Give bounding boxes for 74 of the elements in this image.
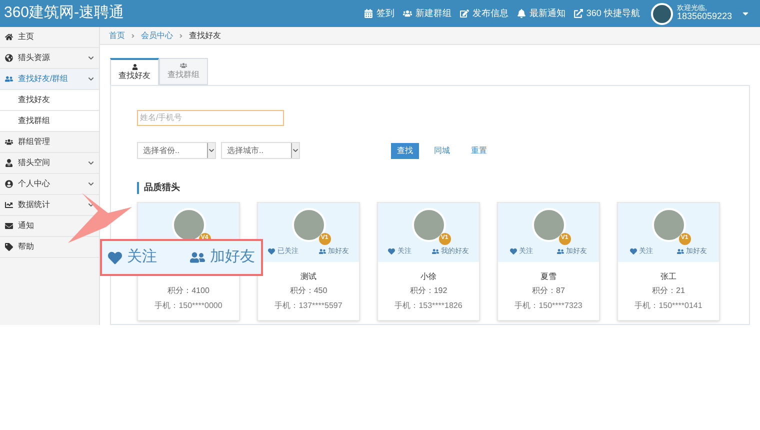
score-text: 积分：87: [532, 284, 565, 296]
follow-link[interactable]: 关注: [108, 246, 157, 269]
search-field[interactable]: 姓名/手机号: [137, 110, 284, 126]
member-name: 测试: [300, 270, 316, 282]
score-text: 积分：450: [290, 284, 328, 296]
bird-pointer-tooltip: [68, 193, 132, 243]
tab[interactable]: 查找好友: [110, 58, 159, 85]
heart-icon: [510, 248, 517, 256]
calendar-icon: [364, 9, 374, 18]
province-select[interactable]: 选择省份..: [137, 142, 216, 159]
bell-icon: [517, 9, 526, 18]
user-phone: 18356059223: [676, 12, 732, 22]
nav-link[interactable]: 新建群组: [403, 6, 452, 20]
tag-icon: [5, 243, 13, 251]
heart-icon: [268, 248, 276, 256]
separator-icon: [130, 32, 136, 38]
user-search-icon: [5, 75, 13, 83]
group-icon: [5, 138, 13, 146]
phone-text: 手机：150****7323: [514, 300, 582, 312]
globe-icon: [5, 54, 13, 62]
site-logo[interactable]: 360建筑网-速聘通: [4, 2, 124, 25]
home-icon: [5, 33, 13, 41]
edit-icon: [460, 9, 470, 18]
link-button[interactable]: 同城: [428, 142, 456, 158]
heart-icon: [108, 250, 122, 264]
dropdown-icon: [291, 143, 299, 158]
person-icon: [5, 159, 13, 167]
nav-link[interactable]: 发布信息: [460, 6, 508, 20]
envelope-icon: [5, 222, 13, 230]
tab[interactable]: 查找群组: [159, 58, 208, 85]
link-button[interactable]: 重置: [465, 142, 493, 158]
nav-link[interactable]: 最新通知: [517, 6, 566, 20]
group-icon: [180, 62, 187, 69]
sidebar-item[interactable]: 主页: [0, 27, 99, 48]
sidebar-item[interactable]: 查找好友/群组: [0, 69, 99, 90]
score-text: 积分：4100: [168, 284, 210, 296]
score-text: 积分：192: [410, 284, 448, 296]
section-title: 品质猎头: [144, 181, 180, 194]
score-text: 积分：21: [652, 284, 685, 296]
heart-icon: [630, 248, 637, 256]
breadcrumb-link[interactable]: 首页: [109, 30, 125, 42]
breadcrumb-link[interactable]: 会员中心: [141, 30, 173, 42]
member-name: 小徐: [420, 270, 436, 282]
member-name: 夏雪: [540, 270, 556, 282]
member-name: 张工: [660, 270, 676, 282]
sidebar-item[interactable]: 群组管理: [0, 132, 99, 153]
heart-icon: [388, 248, 396, 256]
external-link-icon: [574, 9, 584, 18]
chart-icon: [5, 201, 13, 209]
nav-link[interactable]: 360 快捷导航: [574, 6, 640, 20]
phone-text: 手机：150****0000: [154, 300, 222, 312]
section-marker: [137, 182, 139, 194]
phone-text: 手机：137****5597: [274, 300, 342, 312]
friends-icon: [318, 248, 326, 256]
sidebar-subitem[interactable]: 查找群组: [0, 111, 99, 132]
nav-link[interactable]: 签到: [364, 6, 394, 20]
sidebar-item[interactable]: 猎头空间: [0, 153, 99, 174]
friends-icon: [190, 250, 205, 265]
phone-text: 手机：150****0141: [634, 300, 702, 312]
phone-text: 手机：153****1826: [394, 300, 462, 312]
sidebar-subitem[interactable]: 查找好友: [0, 90, 99, 111]
avatar-photo[interactable]: [650, 2, 673, 24]
friends-icon: [557, 248, 564, 256]
dropdown-icon: [207, 143, 215, 158]
add-friend-link[interactable]: 加好友: [190, 246, 255, 269]
separator-icon: [178, 32, 184, 38]
group-icon: [403, 9, 412, 18]
friends-icon: [432, 248, 439, 256]
friends-icon: [677, 248, 684, 256]
user-icon: [132, 64, 138, 70]
city-select[interactable]: 选择城市..: [221, 142, 300, 159]
sidebar-item[interactable]: 个人中心: [0, 174, 99, 195]
search-button[interactable]: 查找: [391, 142, 419, 158]
page-title-text: 查找好友: [189, 30, 221, 42]
